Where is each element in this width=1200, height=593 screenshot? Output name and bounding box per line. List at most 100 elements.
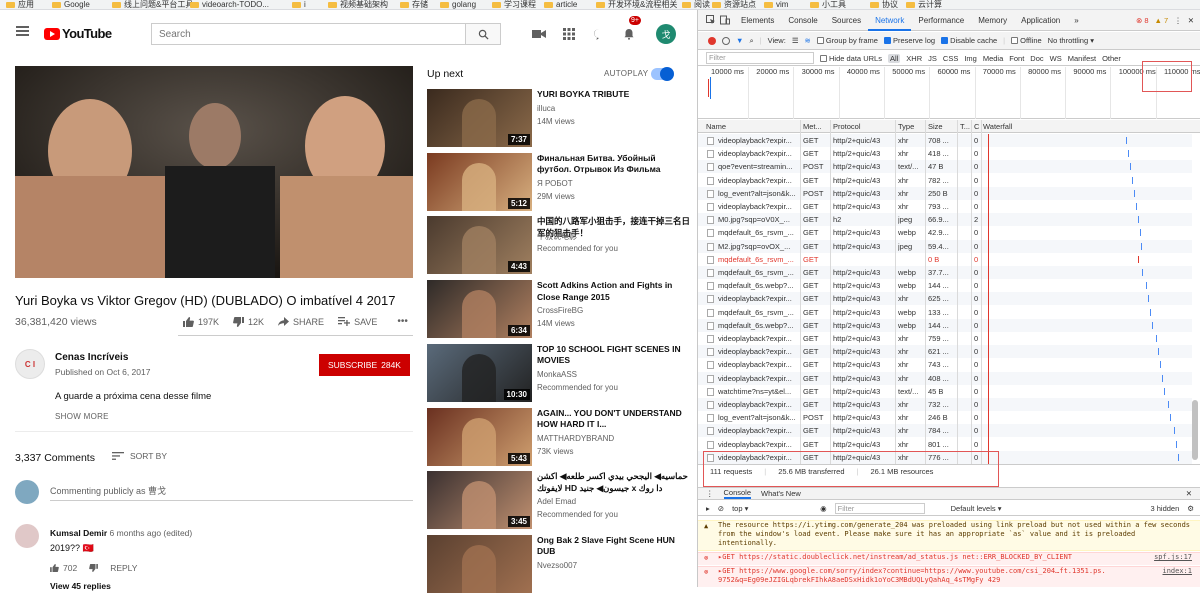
devtools-tab[interactable]: Network xyxy=(868,10,912,31)
recommendation-item[interactable]: 3:45 حماسيه◀ اليجحي بيدي اكسر طلعه◀ اكشن … xyxy=(427,471,692,530)
bookmark-item[interactable]: i xyxy=(292,0,306,9)
bookmark-item[interactable]: 阅读 xyxy=(682,0,710,9)
resource-type-filter[interactable]: XHR xyxy=(906,54,922,63)
bookmark-item[interactable]: 存储 xyxy=(400,0,428,9)
request-row[interactable]: videoplayback?expir... GET http/2+quic/43 x… xyxy=(698,292,1192,306)
request-row[interactable]: mqdefault_6s.webp?... GET http/2+quic/43 we… xyxy=(698,279,1192,292)
devtools-tab[interactable]: Elements xyxy=(734,10,781,31)
column-header[interactable]: Name xyxy=(706,122,726,131)
reply-button[interactable]: REPLY xyxy=(110,563,137,573)
console-message[interactable]: ⊗ ▸GET https://www.google.com/sorry/index… xyxy=(698,566,1200,587)
resource-type-filter[interactable]: All xyxy=(887,53,901,63)
bookmark-item[interactable]: 开发环境&流程相关 xyxy=(596,0,677,9)
resource-type-filter[interactable]: JS xyxy=(928,54,937,63)
request-row[interactable]: mqdefault_6s_rsvm_... GET http/2+quic/43 we… xyxy=(698,306,1192,319)
recommendation-item[interactable]: 10:30 TOP 10 SCHOOL FIGHT SCENES IN MOVIE… xyxy=(427,343,692,402)
video-player[interactable] xyxy=(15,66,413,278)
request-row[interactable]: videoplayback?expir... GET http/2+quic/43 x… xyxy=(698,438,1192,451)
autoplay-toggle[interactable] xyxy=(651,67,674,81)
video-thumbnail[interactable]: 5:12 xyxy=(427,152,532,211)
resource-type-filter[interactable]: Font xyxy=(1009,54,1024,63)
bookmark-item[interactable]: golang xyxy=(440,0,476,9)
console-message[interactable]: ⊗ ▸GET https://static.doubleclick.net/ins… xyxy=(698,552,1200,565)
device-toggle-icon[interactable] xyxy=(720,15,730,25)
commenter-avatar[interactable] xyxy=(15,524,39,548)
request-row[interactable]: videoplayback?expir... GET http/2+quic/43 x… xyxy=(698,200,1192,213)
show-more-button[interactable]: SHOW MORE xyxy=(55,412,109,421)
request-row[interactable]: videoplayback?expir... GET http/2+quic/43 x… xyxy=(698,174,1192,187)
channel-name[interactable]: Cenas Incríveis xyxy=(55,352,128,363)
bookmark-item[interactable]: 视频基础架构 xyxy=(328,0,388,9)
column-header[interactable]: Type xyxy=(898,122,914,131)
live-expression-icon[interactable]: ◉ xyxy=(820,504,827,513)
clear-console-icon[interactable]: ⊘ xyxy=(718,504,724,513)
record-icon[interactable] xyxy=(708,36,716,45)
request-row[interactable]: watchtime?ns=yt&el... GET http/2+quic/43 te… xyxy=(698,385,1192,398)
column-header[interactable]: Size xyxy=(928,122,943,131)
recommendation-channel[interactable]: Nvezso007 xyxy=(537,561,577,570)
recommendation-title[interactable]: Scott Adkins Action and Fights in Close … xyxy=(537,280,692,303)
request-row[interactable]: mqdefault_6s_rsvm_... GET http/2+quic/43 we… xyxy=(698,266,1192,279)
large-rows-icon[interactable]: ☰ xyxy=(792,36,799,45)
column-header[interactable]: Protocol xyxy=(833,122,861,131)
search-icon[interactable]: ⌕ xyxy=(749,36,753,46)
context-select[interactable]: top ▾ xyxy=(732,504,812,513)
request-row[interactable]: videoplayback?expir... GET http/2+quic/43 x… xyxy=(698,134,1192,147)
table-scrollbar[interactable] xyxy=(1192,400,1198,460)
column-header[interactable]: T... xyxy=(960,122,970,131)
dislike-button[interactable]: 12K xyxy=(233,316,264,327)
recommendation-title[interactable]: AGAIN... YOU DON'T UNDERSTAND HOW HARD I… xyxy=(537,408,692,431)
devtools-tab[interactable]: Memory xyxy=(971,10,1014,31)
close-drawer-icon[interactable]: ✕ xyxy=(1186,489,1200,498)
request-row[interactable]: log_event?alt=json&k... POST http/2+quic/4… xyxy=(698,411,1192,424)
devtools-tab[interactable]: Console xyxy=(781,10,824,31)
request-row[interactable]: mqdefault_6s.webp?... GET http/2+quic/43 we… xyxy=(698,318,1192,332)
request-row[interactable]: videoplayback?expir... GET http/2+quic/43 x… xyxy=(698,398,1192,411)
offline-checkbox[interactable]: Offline xyxy=(1011,36,1042,45)
message-source-link[interactable]: index:1 xyxy=(1162,567,1192,576)
video-thumbnail[interactable]: 4:43 xyxy=(427,216,532,275)
resource-type-filter[interactable]: Doc xyxy=(1030,54,1043,63)
column-header[interactable]: C xyxy=(974,122,979,131)
resource-type-filter[interactable]: CSS xyxy=(943,54,958,63)
video-thumbnail[interactable]: 3:45 xyxy=(427,471,532,530)
upload-video-icon[interactable] xyxy=(532,28,546,40)
subscribe-button[interactable]: SUBSCRIBE 284K xyxy=(319,354,410,376)
log-levels-select[interactable]: Default levels ▾ xyxy=(951,504,1002,513)
save-button[interactable]: SAVE xyxy=(338,317,377,327)
bookmark-item[interactable]: videoarch-TODO... xyxy=(190,0,269,9)
drawer-menu-icon[interactable]: ⋮ xyxy=(706,489,714,498)
recommendation-item[interactable]: Ong Bak 2 Slave Fight Scene HUN DUB Nvezs… xyxy=(427,534,692,593)
filter-funnel-icon[interactable]: ▼ xyxy=(736,36,743,45)
console-settings-icon[interactable]: ⚙ xyxy=(1187,504,1200,513)
video-thumbnail[interactable]: 5:43 xyxy=(427,407,532,466)
message-source-link[interactable]: spf.js:17 xyxy=(1154,553,1192,562)
bookmark-item[interactable]: 云计算 xyxy=(906,0,942,9)
recommendation-channel[interactable]: MATTHARDYBRAND xyxy=(537,434,614,443)
devtools-tab[interactable]: Application xyxy=(1014,10,1067,31)
tab-console[interactable]: Console xyxy=(723,488,752,499)
bookmark-item[interactable]: 资源站点 xyxy=(712,0,756,9)
notifications-bell-icon[interactable] xyxy=(622,28,636,40)
account-avatar[interactable]: 戈 xyxy=(656,24,676,44)
apps-grid-icon[interactable] xyxy=(562,28,576,40)
comment-input[interactable]: Commenting publicly as 曹戈 xyxy=(50,484,166,497)
request-row[interactable]: M2.jpg?sqp=ovOX_... GET http/2+quic/43 jpeg… xyxy=(698,239,1192,253)
recommendation-item[interactable]: 5:12 Финальная Битва. Убойный футбол. Отр… xyxy=(427,152,692,211)
recommendation-channel[interactable]: MonkaASS xyxy=(537,370,577,379)
devtools-tab[interactable]: Performance xyxy=(911,10,971,31)
request-row[interactable]: videoplayback?expir... GET http/2+quic/43 x… xyxy=(698,371,1192,385)
bookmark-item[interactable]: 线上问题&平台工具 xyxy=(112,0,193,9)
request-row[interactable]: videoplayback?expir... GET http/2+quic/43 x… xyxy=(698,147,1192,160)
clear-icon[interactable] xyxy=(722,36,730,45)
overview-icon[interactable]: ≋ xyxy=(805,36,811,45)
recommendation-channel[interactable]: Adel Emad xyxy=(537,497,576,506)
console-filter-input[interactable]: Filter xyxy=(834,502,925,514)
bookmark-item[interactable]: Google xyxy=(52,0,90,9)
request-row[interactable]: mqdefault_6s_rsvm_... GET 0 B0 xyxy=(698,253,1192,266)
tab-whats-new[interactable]: What's New xyxy=(761,489,801,498)
group-by-frame-checkbox[interactable]: Group by frame xyxy=(816,36,878,45)
recommendation-channel[interactable]: illuca xyxy=(537,104,555,113)
console-sidebar-icon[interactable]: ▸ xyxy=(706,504,710,513)
like-button[interactable]: 197K xyxy=(183,316,219,327)
